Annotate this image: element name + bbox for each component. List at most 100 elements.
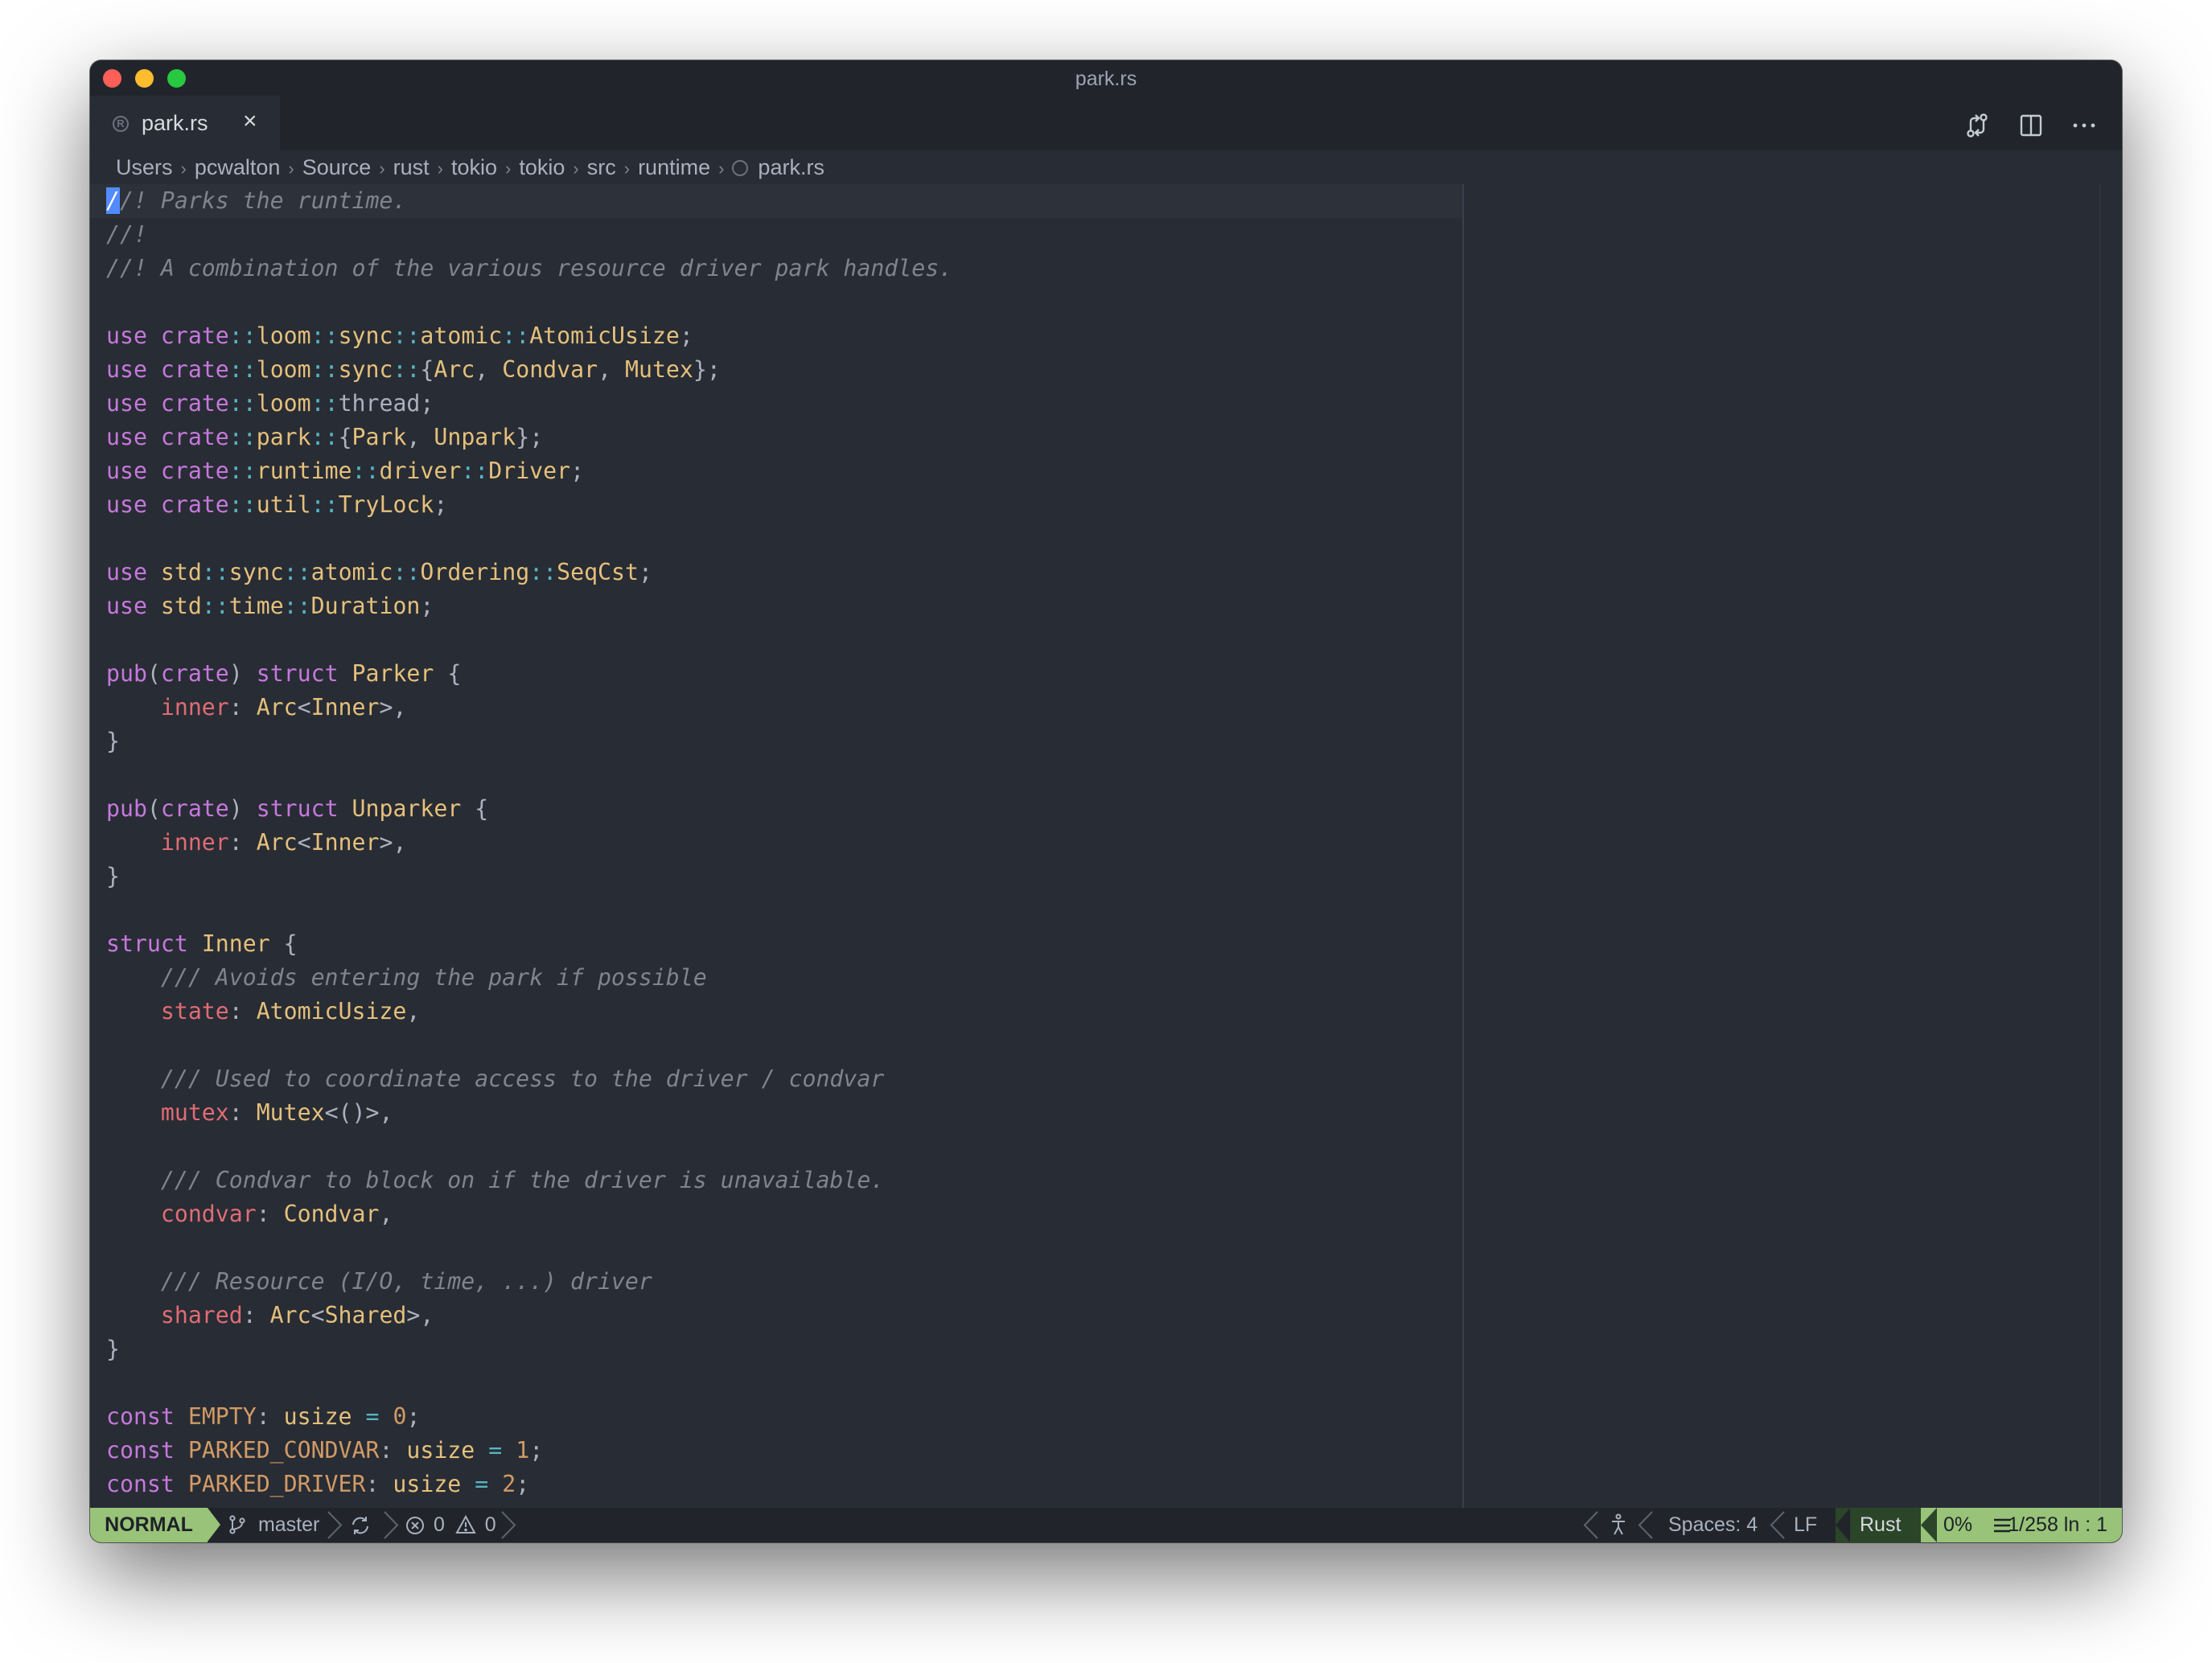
code-line[interactable]: use crate::loom::sync::{Arc, Condvar, Mu… [106,353,952,387]
editor-window: park.rs R park.rs × Users › pcwalton › S… [90,60,2122,1542]
code-line[interactable]: use std::sync::atomic::Ordering::SeqCst; [106,556,952,589]
breadcrumb-item[interactable]: runtime [638,150,710,184]
code-line[interactable]: const EMPTY: usize = 0; [106,1400,952,1434]
code-token: : [379,1437,407,1464]
indentation-indicator[interactable]: Spaces: 4 [1668,1508,1758,1542]
code-content[interactable]: //! Parks the runtime. //! //! A combinati… [106,184,952,1501]
code-token: PARKED_CONDVAR [187,1437,380,1464]
code-line[interactable]: use crate::loom::sync::atomic::AtomicUsi… [106,319,952,353]
tab-park-rs[interactable]: R park.rs × [90,96,280,150]
git-branch[interactable]: master [228,1508,319,1542]
code-line[interactable]: //! [106,218,952,252]
code-line[interactable]: struct Inner { [106,927,952,961]
code-line[interactable]: shared: Arc<Shared>, [106,1299,952,1332]
breadcrumb-item[interactable]: src [587,150,616,184]
code-line[interactable]: pub(crate) struct Parker { [106,657,952,691]
code-token: 1 [516,1437,530,1464]
code-line[interactable]: /// Condvar to block on if the driver is… [106,1164,952,1197]
code-line[interactable] [106,285,952,319]
code-token: crate [160,660,229,687]
code-line[interactable] [106,623,952,657]
problems-indicator[interactable]: 0 0 [405,1508,496,1542]
breadcrumb-item[interactable]: tokio [519,150,565,184]
accessibility-button[interactable] [1609,1508,1628,1542]
error-count: 0 [433,1513,445,1536]
code-line[interactable]: condvar: Condvar, [106,1197,952,1231]
code-line[interactable]: use std::time::Duration; [106,589,952,623]
code-line[interactable] [106,522,952,556]
code-token: usize [393,1471,462,1497]
code-token: Shared [324,1302,407,1328]
scrollbar-track[interactable] [2099,184,2101,1508]
code-line[interactable]: pub(crate) struct Unparker { [106,792,952,826]
code-line[interactable]: inner: Arc<Inner>, [106,826,952,860]
code-line[interactable]: use crate::park::{Park, Unpark}; [106,421,952,454]
cursor-position[interactable]: 1/258 ln : 1 [2008,1508,2107,1542]
code-token: mutex [160,1099,229,1126]
code-token: } [106,863,120,889]
breadcrumb-item[interactable]: pcwalton [195,150,281,184]
code-token: 2 [502,1471,516,1497]
code-line[interactable]: /// Resource (I/O, time, ...) driver [106,1265,952,1299]
source-control-compare-icon[interactable] [1963,112,1991,139]
progress-separator [1921,1508,1937,1542]
code-line[interactable] [106,1366,952,1400]
code-line[interactable]: use crate::util::TryLock; [106,488,952,522]
code-line[interactable] [106,1029,952,1062]
split-editor-icon[interactable] [2017,112,2045,139]
warning-count: 0 [484,1513,496,1536]
code-line[interactable]: //! Parks the runtime. [106,184,952,218]
code-line[interactable]: /// Used to coordinate access to the dri… [106,1062,952,1096]
code-line[interactable]: use crate::loom::thread; [106,387,952,421]
breadcrumb-item[interactable]: tokio [451,150,497,184]
warning-icon [455,1514,476,1534]
separator-chevron [327,1511,343,1539]
editor-actions [1941,112,2098,139]
code-editor[interactable]: //! Parks the runtime. //! //! A combinati… [90,184,2122,1508]
breadcrumb-item[interactable]: park.rs [758,150,824,184]
breadcrumb-item[interactable]: rust [393,150,430,184]
code-line[interactable] [106,893,952,927]
sync-button[interactable] [349,1508,372,1542]
code-line[interactable]: state: AtomicUsize, [106,995,952,1029]
code-line[interactable] [106,758,952,792]
breadcrumb-separator-icon: › [623,158,631,179]
code-line[interactable]: //! A combination of the various resourc… [106,252,952,285]
code-token: /// Used to coordinate access to the dri… [160,1066,885,1092]
more-actions-icon[interactable] [2070,112,2098,139]
code-token: : [228,694,257,721]
breadcrumb-item[interactable]: Source [302,150,372,184]
code-token: ; [570,458,585,484]
code-line[interactable]: const PARKED_DRIVER: usize = 2; [106,1468,952,1501]
code-line[interactable]: inner: Arc<Inner>, [106,691,952,725]
code-token: Condvar [283,1201,380,1227]
code-token: condvar [160,1201,257,1227]
code-token: use [106,593,147,619]
code-line[interactable]: /// Avoids entering the park if possible [106,961,952,995]
line-ending-indicator[interactable]: LF [1794,1508,1817,1542]
code-line[interactable]: } [106,1332,952,1366]
breadcrumb-item[interactable]: Users [116,150,173,184]
code-line[interactable]: const PARKED_CONDVAR: usize = 1; [106,1434,952,1468]
code-token: shared [160,1302,243,1328]
code-line[interactable] [106,1130,952,1164]
rust-file-icon: R [113,116,129,132]
code-line[interactable]: } [106,860,952,893]
title-bar: park.rs [90,60,2122,96]
error-icon [406,1517,424,1534]
code-token: use [106,491,147,518]
code-line[interactable]: use crate::runtime::driver::Driver; [106,454,952,488]
mode-separator [208,1508,220,1542]
code-line[interactable] [106,1231,952,1265]
code-token: Condvar [502,356,598,383]
code-line[interactable]: mutex: Mutex<()>, [106,1096,952,1130]
tab-close-icon[interactable]: × [243,109,257,133]
code-line[interactable]: } [106,725,952,758]
breadcrumb-separator-icon: › [573,158,579,179]
